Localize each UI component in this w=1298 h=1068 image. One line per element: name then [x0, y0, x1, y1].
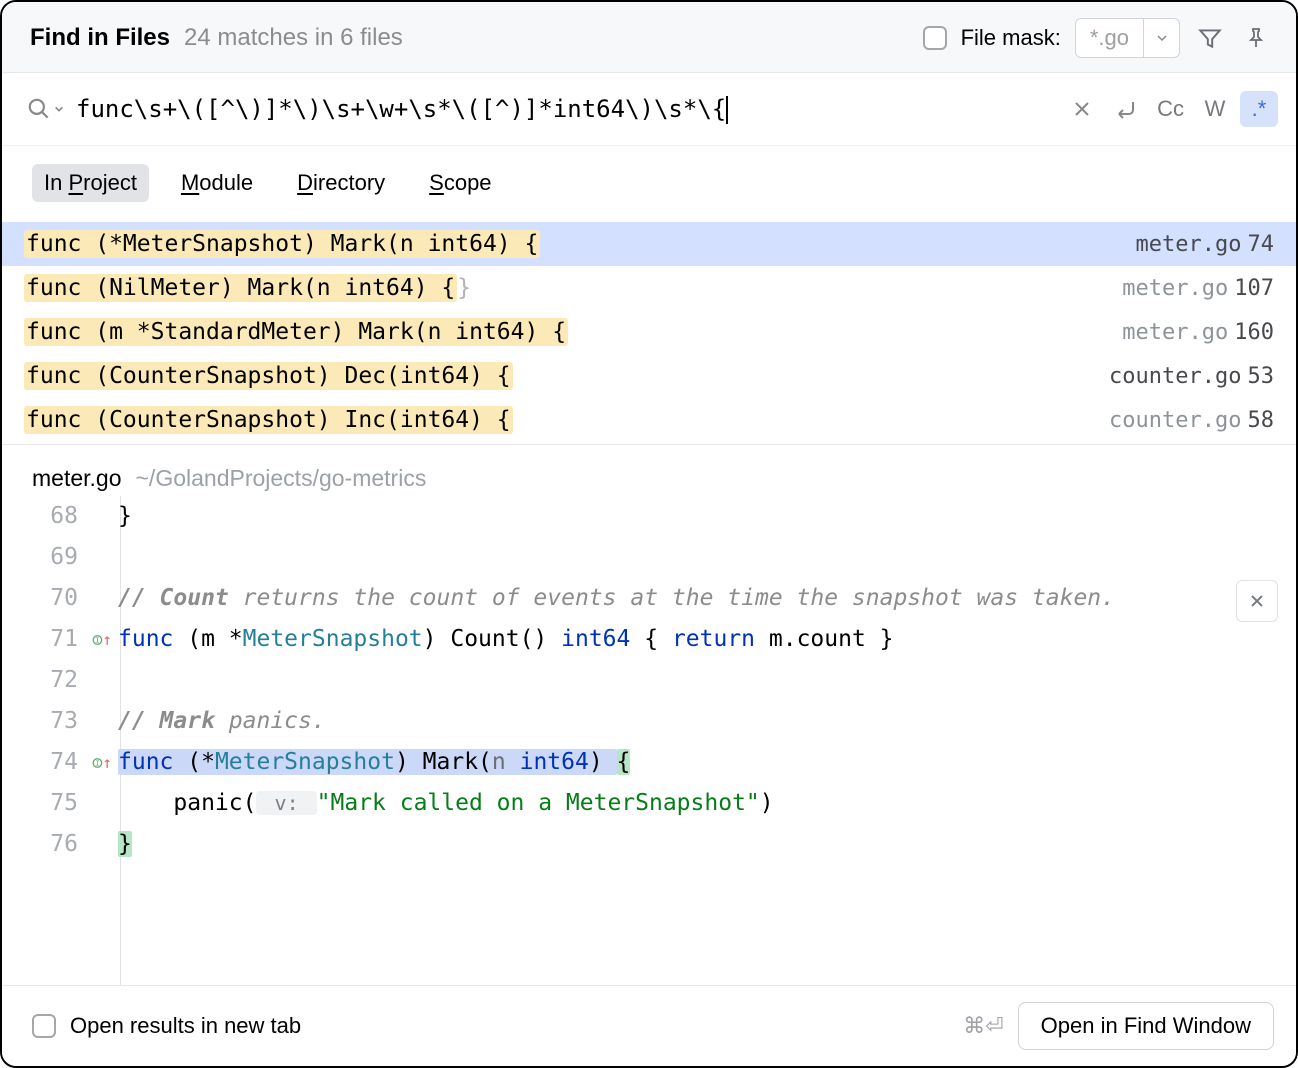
- clear-search-button[interactable]: [1063, 91, 1101, 127]
- open-new-tab-checkbox[interactable]: [32, 1014, 56, 1038]
- code-line: 71 I↑ func (m *MeterSnapshot) Count() in…: [2, 619, 1296, 660]
- code-line: 75 panic( v: "Mark called on a MeterSnap…: [2, 783, 1296, 824]
- result-location: meter.go107: [1122, 276, 1274, 301]
- line-number: 74: [2, 742, 92, 783]
- result-row[interactable]: func (*MeterSnapshot) Mark(n int64) { me…: [2, 222, 1296, 266]
- chevron-down-icon: [1156, 32, 1168, 44]
- open-in-find-window-button[interactable]: Open in Find Window: [1018, 1002, 1274, 1050]
- shortcut-hint: ⌘⏎: [963, 1013, 1003, 1039]
- tab-module[interactable]: Module: [169, 164, 265, 202]
- line-number: 72: [2, 660, 92, 701]
- result-row[interactable]: func (m *StandardMeter) Mark(n int64) { …: [2, 310, 1296, 354]
- code-line: 76 }: [2, 824, 1296, 865]
- result-row[interactable]: func (CounterSnapshot) Inc(int64) { coun…: [2, 398, 1296, 442]
- svg-text:I: I: [95, 759, 99, 767]
- tab-directory[interactable]: Directory: [285, 164, 397, 202]
- pin-icon: [1244, 26, 1268, 50]
- filter-icon: [1197, 25, 1223, 51]
- new-line-button[interactable]: [1107, 91, 1145, 127]
- code-line: 73 // Mark panics.: [2, 701, 1296, 742]
- line-number: 73: [2, 701, 92, 742]
- open-new-tab-label: Open results in new tab: [70, 1013, 301, 1039]
- code-line: 69: [2, 537, 1296, 578]
- line-number: 68: [2, 496, 92, 537]
- file-mask-label: File mask:: [961, 25, 1061, 51]
- file-mask-checkbox[interactable]: [923, 26, 947, 50]
- preview-header: meter.go ~/GolandProjects/go-metrics: [2, 445, 1296, 496]
- words-toggle[interactable]: W: [1196, 91, 1234, 127]
- find-in-files-window: Find in Files 24 matches in 6 files File…: [0, 0, 1298, 1068]
- match-stats: 24 matches in 6 files: [184, 24, 403, 52]
- results-list: func (*MeterSnapshot) Mark(n int64) { me…: [2, 222, 1296, 445]
- match-case-toggle[interactable]: Cc: [1151, 91, 1190, 127]
- code-line: 72: [2, 660, 1296, 701]
- scope-tabs: In Project Module Directory Scope: [2, 146, 1296, 222]
- result-location: meter.go74: [1136, 232, 1274, 257]
- line-number: 76: [2, 824, 92, 865]
- search-row: func\s+\([^\)]*\)\s+\w+\s*\([^)]*int64\)…: [2, 73, 1296, 146]
- code-line: 68 }: [2, 496, 1296, 537]
- newline-icon: [1113, 98, 1139, 120]
- file-mask-value: *.go: [1076, 25, 1143, 51]
- search-input[interactable]: func\s+\([^\)]*\)\s+\w+\s*\([^)]*int64\)…: [76, 95, 1051, 124]
- line-number: 69: [2, 537, 92, 578]
- result-row[interactable]: func (NilMeter) Mark(n int64) {} meter.g…: [2, 266, 1296, 310]
- file-mask-select[interactable]: *.go: [1075, 18, 1180, 58]
- file-mask-dropdown-button[interactable]: [1143, 19, 1179, 57]
- svg-text:I: I: [95, 636, 99, 644]
- code-preview[interactable]: 68 } 69 70 // Count returns the count of…: [2, 496, 1296, 985]
- line-number: 71: [2, 619, 92, 660]
- tab-in-project[interactable]: In Project: [32, 164, 149, 202]
- close-icon: [1073, 100, 1091, 118]
- result-row[interactable]: func (CounterSnapshot) Dec(int64) { coun…: [2, 354, 1296, 398]
- filter-button[interactable]: [1194, 22, 1226, 54]
- tab-scope[interactable]: Scope: [417, 164, 503, 202]
- result-location: counter.go53: [1109, 364, 1274, 389]
- result-location: meter.go160: [1122, 320, 1274, 345]
- dialog-header: Find in Files 24 matches in 6 files File…: [2, 2, 1296, 73]
- code-line: 70 // Count returns the count of events …: [2, 578, 1296, 619]
- dialog-title: Find in Files: [30, 24, 170, 52]
- preview-path: ~/GolandProjects/go-metrics: [136, 465, 427, 492]
- line-number: 70: [2, 578, 92, 619]
- implements-gutter-icon[interactable]: I↑: [92, 619, 114, 660]
- line-number: 75: [2, 783, 92, 824]
- result-location: counter.go58: [1109, 408, 1274, 433]
- implements-gutter-icon[interactable]: I↑: [92, 742, 114, 783]
- chevron-down-icon: [54, 104, 64, 114]
- regex-toggle[interactable]: .*: [1240, 91, 1278, 127]
- search-icon: [26, 96, 64, 122]
- code-line: 74 I↑ func (*MeterSnapshot) Mark(n int64…: [2, 742, 1296, 783]
- preview-filename: meter.go: [32, 465, 122, 492]
- dialog-footer: Open results in new tab ⌘⏎ Open in Find …: [2, 985, 1296, 1066]
- pin-button[interactable]: [1240, 22, 1272, 54]
